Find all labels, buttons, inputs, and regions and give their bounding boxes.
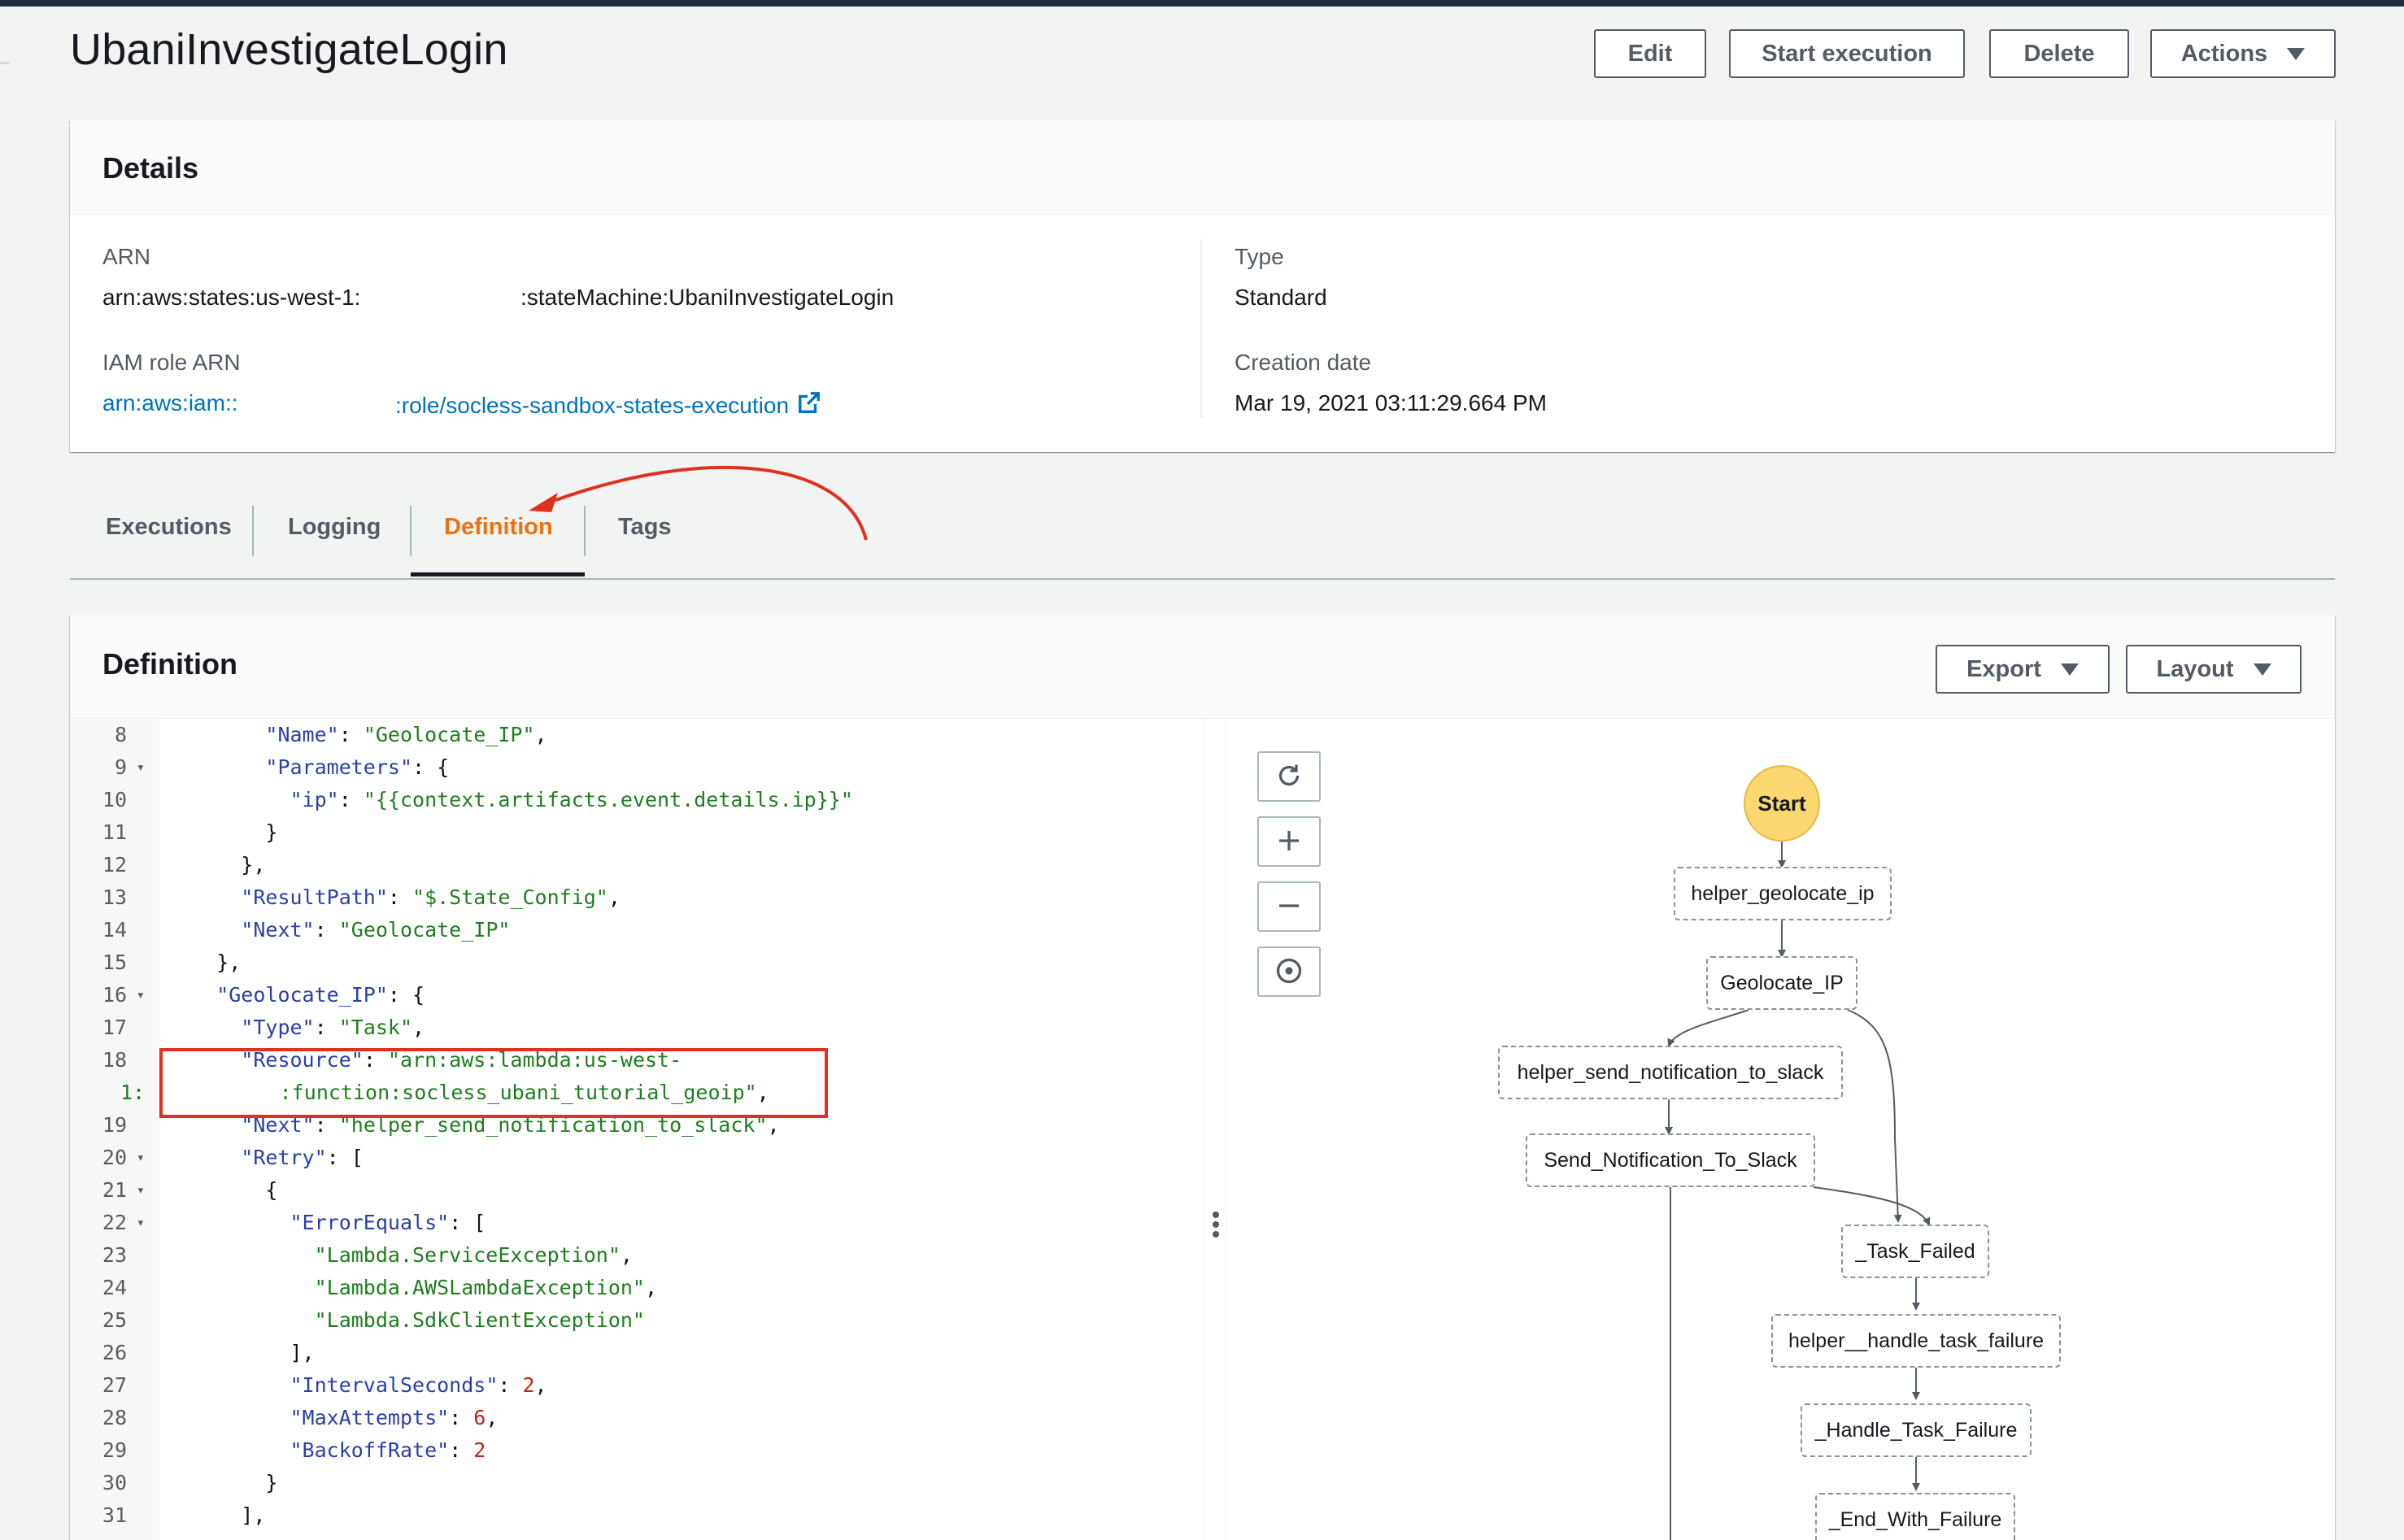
graph-start-node[interactable]: Start xyxy=(1744,765,1820,842)
graph-node-geolocate-ip[interactable]: Geolocate_IP xyxy=(1706,956,1857,1010)
graph-node-helper-handle-task-failure[interactable]: helper__handle_task_failure xyxy=(1771,1314,2061,1368)
graph-node-helper-geolocate-ip[interactable]: helper_geolocate_ip xyxy=(1674,867,1892,920)
graph-node-task-failed[interactable]: _Task_Failed xyxy=(1841,1225,1989,1278)
graph-node-handle-task-failure[interactable]: _Handle_Task_Failure xyxy=(1801,1403,2032,1457)
graph-node-helper-send-notification[interactable]: helper_send_notification_to_slack xyxy=(1498,1046,1843,1099)
graph-node-end-with-failure[interactable]: _End_With_Failure xyxy=(1815,1493,2015,1540)
graph-edges xyxy=(1665,842,1931,1540)
graph-node-send-notification[interactable]: Send_Notification_To_Slack xyxy=(1526,1133,1815,1187)
